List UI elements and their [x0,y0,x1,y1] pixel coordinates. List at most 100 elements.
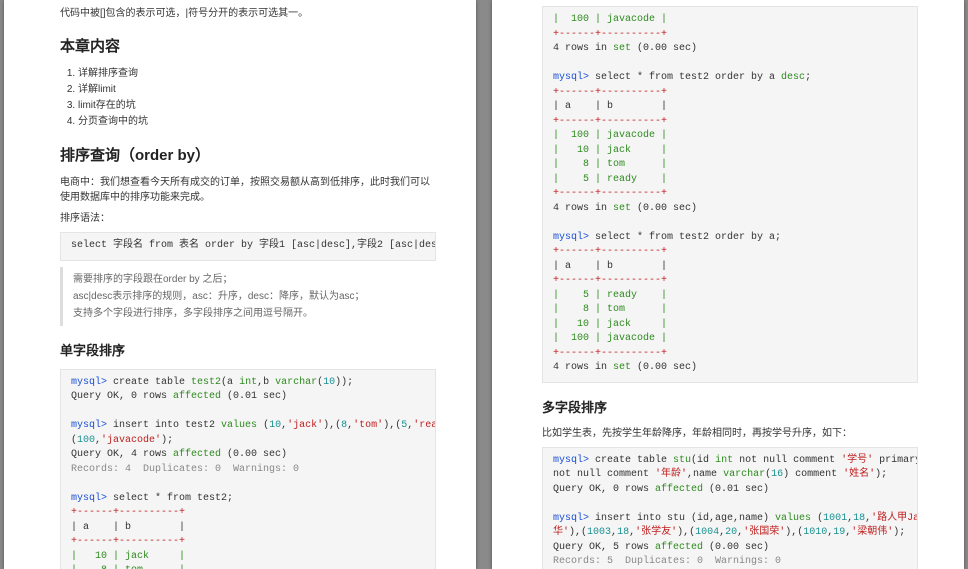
t: (0.01 sec) [703,484,769,495]
row: | 100 | javacode | [553,333,667,344]
type: int [715,455,733,466]
t: Query OK, 0 rows [553,484,655,495]
syntax-label: 排序语法： [60,211,436,226]
heading-order-by: 排序查询（order by） [60,144,436,165]
str: '学号' [841,455,873,466]
num: 1010 [803,527,827,538]
t: (id [691,455,715,466]
t: select * from test2; [107,493,233,504]
num: 100 [77,435,95,446]
str: '梁朝伟' [851,527,893,538]
t: ; [805,72,811,83]
num: 1001 [823,513,847,524]
type: varchar [275,377,317,388]
note-line: 支持多个字段进行排序，多字段排序之间用逗号隔开。 [73,305,426,322]
toc-item: limit存在的坑 [78,98,436,114]
sep: +------+----------+ [553,246,667,257]
code-text: select 字段名 from 表名 order by 字段1 [asc|des… [71,240,436,251]
num: 19 [833,527,845,538]
heading-multi-field-sort: 多字段排序 [542,397,918,416]
multi-sort-sql-block: mysql> create table stu(id int not null … [542,447,918,569]
row: | 100 | javacode | [553,130,667,141]
tbl: stu [673,455,691,466]
t: insert into test2 [107,420,221,431]
t: ( [257,420,269,431]
syntax-code-block: select 字段名 from 表名 order by 字段1 [asc|des… [60,232,436,261]
single-sort-sql-block: mysql> create table test2(a int,b varcha… [60,369,436,569]
kw: affected [173,449,221,460]
type: int [239,377,257,388]
t: primary key,age [873,455,918,466]
prompt: mysql> [553,455,589,466]
t: select * from test2 order by a [589,72,781,83]
intro-line: 代码中被[]包含的表示可选，|符号分开的表示可选其一。 [60,6,436,21]
str: '年龄' [655,469,687,480]
toc-item: 详解limit [78,82,436,98]
t: (0.00 sec) [631,43,697,54]
str: 'tom' [353,420,383,431]
t: ,b [257,377,275,388]
t: select * from test2 order by a; [589,232,781,243]
type: varchar [723,469,765,480]
num: 18 [853,513,865,524]
kw: values [221,420,257,431]
page-right: | 100 | javacode | +------+----------+ 4… [492,0,964,569]
note-line: asc|desc表示排序的规则，asc：升序，desc：降序，默认为asc； [73,288,426,305]
heading-chapter-contents: 本章内容 [60,35,436,56]
hdr: | a | b | [553,261,667,272]
prompt: mysql> [71,420,107,431]
row: | 8 | tom | [553,159,667,170]
sep: +------+----------+ [553,348,667,359]
sep: +------+----------+ [553,87,667,98]
t: insert into stu (id,age,name) [589,513,775,524]
sep: +------+----------+ [71,507,185,518]
orderby-notes: 需要排序的字段跟在order by 之后； asc|desc表示排序的规则，as… [60,267,436,326]
num: 10 [323,377,335,388]
t: Records: 4 Duplicates: 0 Warnings: 0 [71,464,299,475]
t: not null comment [733,455,841,466]
t: (0.01 sec) [221,391,287,402]
toc-item: 详解排序查询 [78,66,436,82]
page-left: 代码中被[]包含的表示可选，|符号分开的表示可选其一。 本章内容 详解排序查询 … [4,0,476,569]
toc-list: 详解排序查询 详解limit limit存在的坑 分页查询中的坑 [60,66,436,130]
heading-single-field-sort: 单字段排序 [60,340,436,359]
row: | 10 | jack | [553,319,667,330]
kw: affected [655,542,703,553]
t: ); [161,435,173,446]
t: (0.00 sec) [631,362,697,373]
t: ),( [383,420,401,431]
kw: values [775,513,811,524]
t: ); [875,469,887,480]
hdr: | a | b | [553,101,667,112]
t: ( [811,513,823,524]
row: | 100 | javacode | [553,14,667,25]
t: (0.00 sec) [631,203,697,214]
prompt: mysql> [553,232,589,243]
t: ); [893,527,905,538]
num: 18 [617,527,629,538]
t: ),( [785,527,803,538]
kw: set [613,203,631,214]
t: (a [221,377,239,388]
t: ),( [569,527,587,538]
t: not null comment [553,469,655,480]
str: 华' [553,527,569,538]
str: '张国荣' [743,527,785,538]
sep: +------+----------+ [553,116,667,127]
t: ),( [323,420,341,431]
t: Query OK, 5 rows [553,542,655,553]
sep: +------+----------+ [71,536,185,547]
num: 20 [725,527,737,538]
t: 4 rows in [553,43,613,54]
kw: set [613,362,631,373]
prompt: mysql> [553,513,589,524]
hdr: | a | b | [71,522,185,533]
str: 'ready' [413,420,436,431]
kw: set [613,43,631,54]
str: '张学友' [635,527,677,538]
str: 'jack' [287,420,323,431]
str: '姓名' [843,469,875,480]
t: 4 rows in [553,203,613,214]
t: Query OK, 0 rows [71,391,173,402]
sep: +------+----------+ [553,188,667,199]
